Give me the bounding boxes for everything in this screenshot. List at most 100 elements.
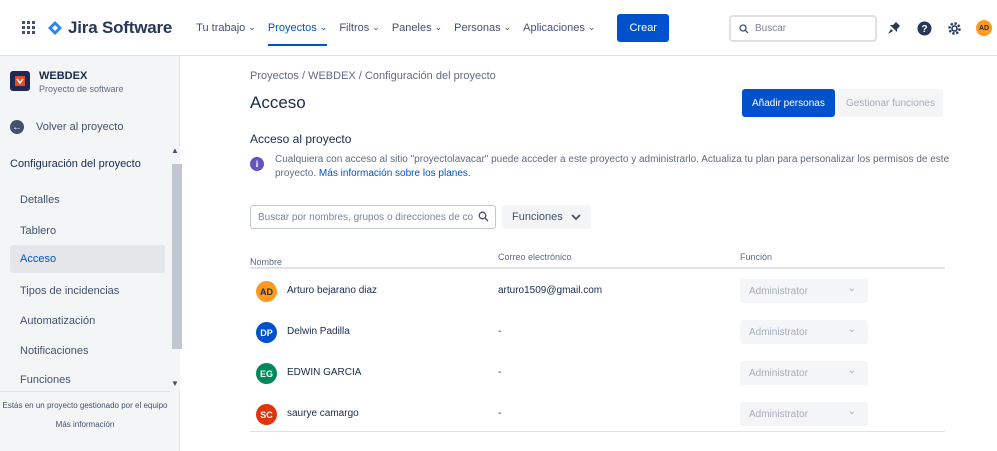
app-switcher-button[interactable] xyxy=(8,21,48,34)
nav-aplicaciones[interactable]: Aplicaciones ⌄ xyxy=(517,0,601,56)
avatar: EG xyxy=(256,363,277,384)
team-managed-note: Estás en un proyecto gestionado por el e… xyxy=(0,391,170,430)
role-value: Administrator xyxy=(749,285,808,297)
project-name: WEBDEX xyxy=(39,70,88,82)
more-info-link[interactable]: Más información xyxy=(0,419,170,430)
global-search-input[interactable]: Buscar xyxy=(729,15,877,42)
svg-text:?: ? xyxy=(921,24,927,35)
help-icon: ? xyxy=(917,21,931,35)
sidebar-item-acceso[interactable]: Acceso xyxy=(10,245,165,273)
chevron-down-icon: ⌄ xyxy=(319,22,328,32)
sidebar-section-title: Configuración del proyecto xyxy=(10,158,141,170)
sidebar-item-tablero[interactable]: Tablero xyxy=(10,217,165,245)
search-placeholder: Buscar xyxy=(755,23,787,34)
role-value: Administrator xyxy=(749,326,808,338)
nav-filtros[interactable]: Filtros ⌄ xyxy=(333,0,386,56)
project-type: Proyecto de software xyxy=(39,84,124,94)
sidebar-item-detalles[interactable]: Detalles xyxy=(10,186,165,214)
project-header: WEBDEX Proyecto de software xyxy=(10,66,124,94)
nav-label: Tu trabajo xyxy=(196,21,246,34)
role-value: Administrator xyxy=(749,408,808,420)
user-search-field[interactable] xyxy=(250,205,496,229)
role-select[interactable]: Administrator ⌄ xyxy=(740,320,868,344)
info-message: Cualquiera con acceso al sitio "proyecto… xyxy=(275,153,965,181)
role-select[interactable]: Administrator ⌄ xyxy=(740,279,868,303)
nav-personas[interactable]: Personas ⌄ xyxy=(448,0,517,56)
breadcrumb[interactable]: Proyectos / WEBDEX / Configuración del p… xyxy=(250,70,496,82)
page-title: Acceso xyxy=(250,93,306,112)
top-icons: ? AD xyxy=(884,18,994,38)
create-button[interactable]: Crear xyxy=(617,13,669,42)
chevron-down-icon: ⌄ xyxy=(847,324,856,335)
nav-paneles[interactable]: Paneles ⌄ xyxy=(386,0,448,56)
sort-ascending-icon: ↑ xyxy=(250,257,254,264)
arrow-left-icon: ← xyxy=(10,120,24,134)
role-value: Administrator xyxy=(749,367,808,379)
avatar: DP xyxy=(256,322,277,343)
column-email: Correo electrónico xyxy=(498,252,572,262)
roles-filter-dropdown[interactable]: Funciones xyxy=(502,205,591,229)
apps-grid-icon xyxy=(21,21,35,34)
chevron-down-icon: ⌄ xyxy=(847,283,856,294)
role-select[interactable]: Administrator ⌄ xyxy=(740,361,868,385)
user-email: - xyxy=(498,326,502,337)
chevron-down-icon xyxy=(571,213,581,220)
chevron-down-icon: ⌄ xyxy=(587,22,596,32)
profile-button[interactable]: AD xyxy=(974,18,994,38)
manage-roles-button[interactable]: Gestionar funciones xyxy=(838,89,943,117)
add-people-button[interactable]: Añadir personas xyxy=(742,89,835,117)
notifications-button[interactable] xyxy=(884,18,904,38)
nav-label: Proyectos xyxy=(267,21,317,34)
plans-info-link[interactable]: Más información sobre los planes. xyxy=(319,168,471,179)
jira-logo-icon xyxy=(48,20,62,35)
scrollbar-thumb[interactable] xyxy=(172,164,182,349)
chevron-down-icon: ⌄ xyxy=(434,22,443,32)
sidebar-item-funciones[interactable]: Funciones xyxy=(10,366,165,391)
nav-tu-trabajo[interactable]: Tu trabajo ⌄ xyxy=(190,0,262,56)
role-select[interactable]: Administrator ⌄ xyxy=(740,402,868,426)
sidebar-item-tipos-incidencias[interactable]: Tipos de incidencias xyxy=(10,277,165,305)
table-header: Nombre ↑ Correo electrónico Función xyxy=(250,247,945,269)
user-search-input[interactable] xyxy=(258,211,473,223)
nav-label: Paneles xyxy=(391,21,432,34)
sidebar-scrollbar[interactable]: ▲ ▼ xyxy=(170,146,182,391)
chevron-down-icon: ⌄ xyxy=(847,406,856,417)
avatar: SC xyxy=(256,404,277,425)
info-icon: i xyxy=(250,157,264,171)
search-icon xyxy=(739,23,749,33)
user-name: Delwin Padilla xyxy=(287,326,350,337)
sidebar-menu: Configuración del proyecto Detalles Tabl… xyxy=(0,146,180,391)
scroll-up-icon[interactable]: ▲ xyxy=(171,146,179,155)
help-button[interactable]: ? xyxy=(914,18,934,38)
user-email: - xyxy=(498,408,502,419)
table-row: DP Delwin Padilla - Administrator ⌄ xyxy=(250,312,945,353)
jira-logo-link[interactable]: Jira Software xyxy=(48,18,172,38)
settings-button[interactable] xyxy=(944,18,964,38)
chevron-down-icon: ⌄ xyxy=(847,365,856,376)
search-icon xyxy=(478,211,489,222)
user-name: EDWIN GARCIA xyxy=(287,367,362,378)
chevron-down-icon: ⌄ xyxy=(248,22,256,32)
table-row: SC saurye camargo - Administrator ⌄ xyxy=(250,394,945,435)
table-row: AD Arturo bejarano diaz arturo1509@gmail… xyxy=(250,271,945,312)
settings-icon xyxy=(947,21,961,35)
user-name: saurye camargo xyxy=(287,408,359,419)
top-navigation: Jira Software Tu trabajo ⌄ Proyectos ⌄ Fil… xyxy=(0,0,997,56)
chevron-down-icon: ⌄ xyxy=(372,22,380,32)
avatar: AD xyxy=(976,20,992,36)
sidebar: WEBDEX Proyecto de software ← Volver al … xyxy=(0,56,182,451)
scroll-down-icon[interactable]: ▼ xyxy=(171,379,179,388)
nav-label: Aplicaciones xyxy=(523,21,585,34)
table-row: EG EDWIN GARCIA - Administrator ⌄ xyxy=(250,353,945,394)
column-name-label: Nombre xyxy=(250,257,283,267)
back-label: Volver al proyecto xyxy=(36,121,124,133)
user-name: Arturo bejarano diaz xyxy=(287,285,378,296)
sidebar-item-automatizacion[interactable]: Automatización xyxy=(10,307,165,335)
column-role: Función xyxy=(740,252,773,262)
roles-filter-label: Funciones xyxy=(512,211,563,223)
nav-proyectos[interactable]: Proyectos ⌄ xyxy=(262,0,333,56)
chevron-down-icon: ⌄ xyxy=(503,22,512,32)
back-to-project-link[interactable]: ← Volver al proyecto xyxy=(10,120,123,134)
sidebar-item-notificaciones[interactable]: Notificaciones xyxy=(10,337,165,365)
nav-label: Filtros xyxy=(339,21,370,34)
